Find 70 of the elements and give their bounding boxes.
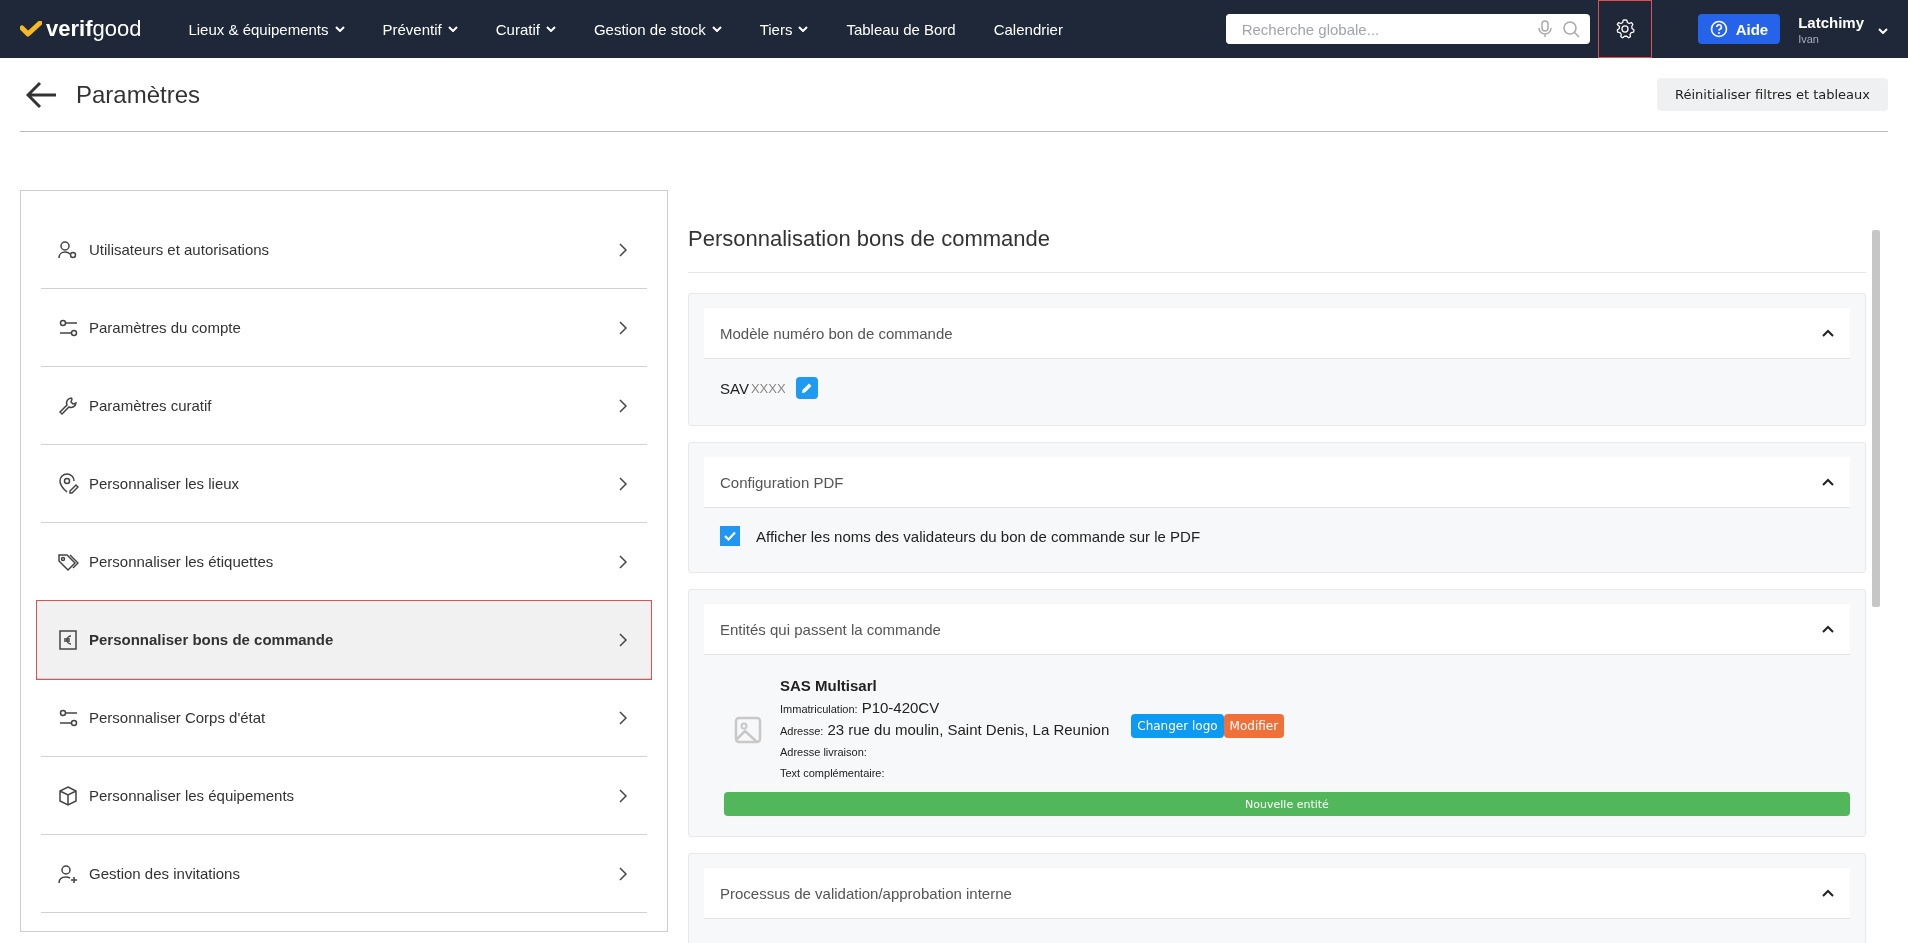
template-suffix: XXXX [750,380,786,396]
chevron-right-icon [619,476,627,491]
field-label: Adresse livraison: [780,745,867,760]
settings-menu-item[interactable]: Personnaliser les équipements [41,757,647,835]
pencil-icon [800,382,813,394]
nav-menu-item[interactable]: Curatif [476,20,575,38]
panel-title: Personnalisation bons de commande [688,190,1866,273]
field-value: 23 rue du moulin, Saint Denis, La Reunion [827,721,1110,739]
chevron-right-icon [619,710,627,725]
section-header[interactable]: Processus de validation/approbation interne [704,868,1850,919]
chevron-right-icon [619,866,627,881]
chevron-down-icon [711,26,722,32]
nav-menu-item[interactable]: Préventif [363,20,477,38]
field-label: Adresse: [780,724,824,739]
user-plus-icon [57,862,79,885]
chevron-down-icon [334,26,345,32]
checkbox[interactable] [720,526,740,546]
logo-text: verifgood [46,16,142,42]
chevron-right-icon [619,632,627,647]
nav-menu-item[interactable]: Tableau de Bord [827,20,975,38]
scrollbar[interactable] [1872,230,1880,607]
receipt-icon [57,628,79,651]
section-header[interactable]: Modèle numéro bon de commande [704,308,1850,359]
logo-check-icon [20,21,42,37]
settings-menu-item[interactable]: Personnaliser les lieux [41,445,647,523]
chevron-down-icon [798,26,809,32]
nav-menu-item[interactable]: Gestion de stock [574,20,741,38]
chevron-right-icon [619,242,627,257]
cube-icon [57,784,79,807]
edit-button[interactable] [795,377,818,399]
entity-name: SAS Multisarl [780,677,878,694]
chevron-down-icon [1878,28,1888,34]
search-field[interactable]: Recherche globale... [1225,14,1590,44]
microphone-icon[interactable] [1537,20,1552,38]
field-value: P10-420CV [861,699,940,717]
settings-menu-item[interactable]: Paramètres du compte [41,289,647,367]
settings-menu-item[interactable]: Paramètres curatif [41,367,647,445]
search-icon[interactable] [1561,20,1580,38]
settings-menu-item[interactable]: Personnaliser Corps d'état [41,679,647,757]
user-name[interactable]: Latchimy [1798,13,1864,31]
settings-menu-item[interactable]: Utilisateurs et autorisations [41,211,647,289]
page-title: Paramètres [76,80,201,109]
settings-menu-item[interactable]: Gestion des invitations [41,835,647,913]
section-header[interactable]: Configuration PDF [704,457,1850,508]
section-header[interactable]: Entités qui passent la commande [704,604,1850,655]
image-placeholder-icon [734,715,762,744]
nav-menu-item[interactable]: Tiers [740,20,828,38]
wrench-icon [57,394,79,417]
user-subtitle: Ivan [1798,32,1820,45]
pin-icon [57,472,79,495]
help-button[interactable]: Aide [1697,14,1781,44]
help-icon [1709,20,1728,38]
field-label: Text complémentaire: [780,766,885,781]
template-prefix: SAV [720,379,749,397]
chevron-right-icon [619,788,627,803]
chevron-right-icon [619,320,627,335]
chevron-down-icon [545,26,556,32]
user-gear-icon [57,238,79,261]
checkbox-label: Afficher les noms des validateurs du bon de commande sur le PDF [756,527,1201,545]
reset-button[interactable]: Réinitialiser filtres et tableaux [1657,78,1888,111]
checkmark-icon [724,531,736,541]
nav-menu-item[interactable]: Lieux & équipements [169,20,364,38]
settings-button[interactable] [1597,0,1652,58]
chevron-right-icon [619,398,627,413]
field-label: Immatriculation: [780,702,858,717]
nav-menu-item[interactable]: Calendrier [974,20,1082,38]
chevron-right-icon [619,554,627,569]
settings-menu-item[interactable]: Personnaliser bons de commande [37,601,651,679]
chevron-down-icon [447,26,458,32]
back-arrow-icon[interactable] [26,80,58,109]
